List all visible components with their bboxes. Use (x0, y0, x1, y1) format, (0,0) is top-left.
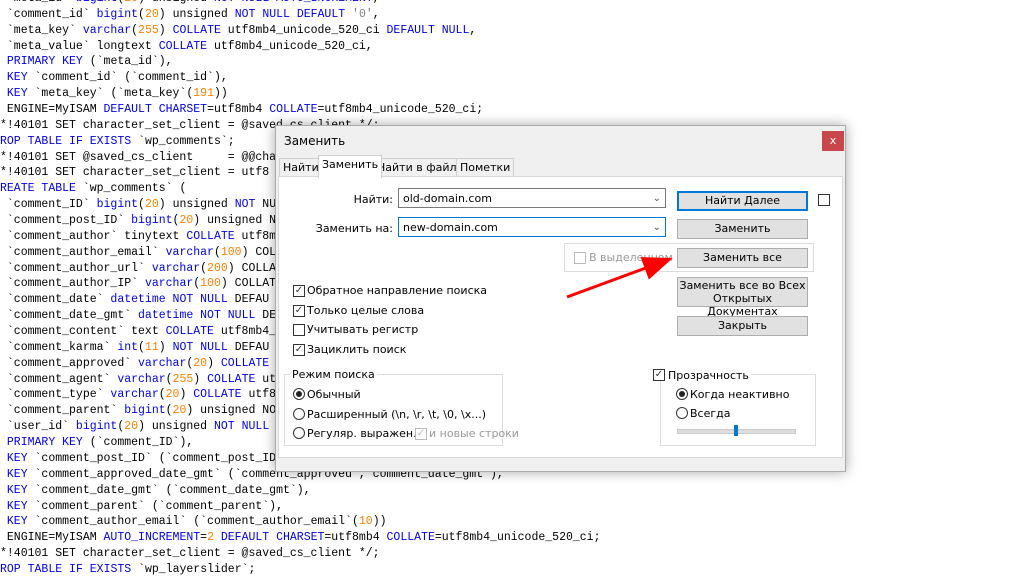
red-arrow-annotation (566, 257, 673, 299)
